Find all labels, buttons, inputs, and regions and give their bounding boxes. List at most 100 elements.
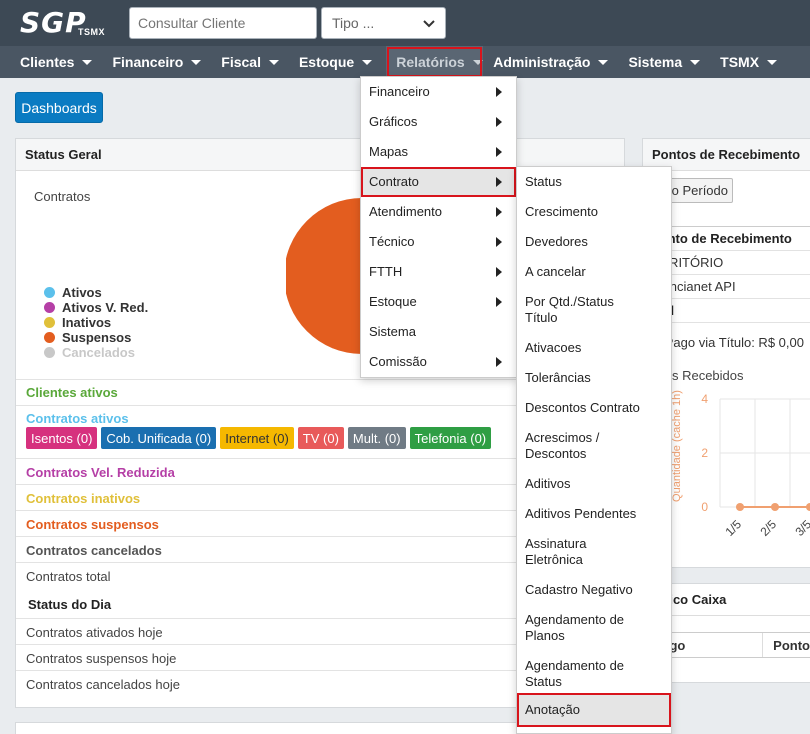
caret-down-icon <box>767 59 778 65</box>
nav-label: Fiscal <box>221 54 261 70</box>
menu-item-mapas[interactable]: Mapas <box>361 137 516 167</box>
inativos-label: Contratos inativos <box>26 491 141 506</box>
menu-label: FTTH <box>369 264 403 279</box>
caret-right-icon <box>496 297 502 307</box>
caret-right-icon <box>496 147 502 157</box>
main-nav: Clientes Financeiro Fiscal Estoque Relat… <box>0 46 810 78</box>
x-tick-label: 3/5 <box>792 517 810 539</box>
menu-item-contrato[interactable]: Contrato <box>361 167 516 197</box>
submenu-item-ativacoes[interactable]: Ativacoes <box>517 333 671 363</box>
badge-isentos[interactable]: Isentos (0) <box>26 427 98 449</box>
legend-label: Suspensos <box>62 330 132 345</box>
nav-sistema[interactable]: Sistema <box>618 46 710 78</box>
nav-clientes[interactable]: Clientes <box>0 46 102 78</box>
legend-item[interactable]: Suspensos <box>44 330 148 345</box>
relatorios-dropdown: Financeiro Gráficos Mapas Contrato Atend… <box>360 76 517 378</box>
y-tick-label: 0 <box>701 500 708 514</box>
legend-label: Cancelados <box>62 345 135 360</box>
badge-cob-unificada[interactable]: Cob. Unificada (0) <box>101 427 217 449</box>
caret-down-icon <box>191 59 202 65</box>
nav-label: Administração <box>493 54 591 70</box>
legend-item[interactable]: Ativos <box>44 285 148 300</box>
nav-fiscal[interactable]: Fiscal <box>211 46 289 78</box>
legend-item[interactable]: Ativos V. Red. <box>44 300 148 315</box>
submenu-item-a-cancelar[interactable]: A cancelar <box>517 257 671 287</box>
x-tick-label: 1/5 <box>722 517 744 539</box>
nav-relatorios[interactable]: Relatórios <box>386 46 484 78</box>
menu-item-estoque[interactable]: Estoque <box>361 287 516 317</box>
cancelados-label: Contratos cancelados <box>26 543 162 558</box>
contracts-pie-chart <box>286 198 362 354</box>
menu-item-sistema[interactable]: Sistema <box>361 317 516 347</box>
divider <box>16 670 516 671</box>
menu-label: Assinatura Eletrônica <box>525 536 587 567</box>
suspensos-label: Contratos suspensos <box>26 517 159 532</box>
menu-item-graficos[interactable]: Gráficos <box>361 107 516 137</box>
legend-label: Inativos <box>62 315 112 330</box>
brand-logo[interactable]: SGP TSMX <box>20 6 110 42</box>
nav-estoque[interactable]: Estoque <box>289 46 382 78</box>
menu-label: Por Qtd./Status Título <box>525 294 614 325</box>
top-bar: SGP TSMX Tipo ... <box>0 0 810 46</box>
submenu-item-acrescimos-descontos[interactable]: Acrescimos / Descontos <box>517 423 671 469</box>
submenu-item-anotacao[interactable]: Anotação <box>517 693 671 727</box>
nav-financeiro[interactable]: Financeiro <box>102 46 211 78</box>
submenu-item-por-qtd-status[interactable]: Por Qtd./Status Título <box>517 287 671 333</box>
menu-label: Comissão <box>369 354 427 369</box>
contrato-submenu: Status Crescimento Devedores A cancelar … <box>516 166 672 734</box>
col-ponto: Ponto <box>773 637 810 653</box>
nav-label: Clientes <box>20 54 75 70</box>
nav-label: Financeiro <box>112 54 184 70</box>
menu-item-ftth[interactable]: FTTH <box>361 257 516 287</box>
type-select-value: Tipo ... <box>332 15 375 31</box>
menu-label: Crescimento <box>525 204 598 219</box>
legend-item[interactable]: Cancelados <box>44 345 148 360</box>
submenu-item-tolerancias[interactable]: Tolerâncias <box>517 363 671 393</box>
submenu-item-agendamento-planos[interactable]: Agendamento de Planos <box>517 605 671 651</box>
submenu-item-assinatura-eletronica[interactable]: Assinatura Eletrônica <box>517 529 671 575</box>
submenu-item-aditivos[interactable]: Aditivos <box>517 469 671 499</box>
nav-administracao[interactable]: Administração <box>483 46 618 78</box>
submenu-item-status[interactable]: Status <box>517 167 671 197</box>
badge-mult[interactable]: Mult. (0) <box>347 427 406 449</box>
menu-item-atendimento[interactable]: Atendimento <box>361 197 516 227</box>
submenu-item-aditivos-pendentes[interactable]: Aditivos Pendentes <box>517 499 671 529</box>
badge-telefonia[interactable]: Telefonia (0) <box>409 427 492 449</box>
legend-dot <box>44 332 55 343</box>
menu-label: Aditivos <box>525 476 571 491</box>
menu-item-financeiro[interactable]: Financeiro <box>361 77 516 107</box>
nav-label: Relatórios <box>396 54 465 70</box>
badge-internet[interactable]: Internet (0) <box>220 427 294 449</box>
submenu-item-agendamento-status[interactable]: Agendamento de Status <box>517 651 671 697</box>
contract-type-badges: Isentos (0) Cob. Unificada (0) Internet … <box>26 427 492 449</box>
menu-label: Acrescimos / Descontos <box>525 430 600 461</box>
type-select[interactable]: Tipo ... <box>321 7 446 39</box>
divider <box>16 618 516 619</box>
suspensos-hoje-label: Contratos suspensos hoje <box>26 651 177 666</box>
submenu-item-descontos-contrato[interactable]: Descontos Contrato <box>517 393 671 423</box>
submenu-item-cadastro-negativo[interactable]: Cadastro Negativo <box>517 575 671 605</box>
menu-label: Ativacoes <box>525 340 582 355</box>
menu-label: Contrato <box>369 174 419 189</box>
menu-label: Técnico <box>369 234 415 249</box>
vel-reduzida-label: Contratos Vel. Reduzida <box>26 465 175 480</box>
menu-label: Cadastro Negativo <box>525 582 633 597</box>
legend-dot <box>44 347 55 358</box>
submenu-item-crescimento[interactable]: Crescimento <box>517 197 671 227</box>
logo-main-text: SGP <box>20 6 87 39</box>
data-point <box>736 503 744 511</box>
badge-tv[interactable]: TV (0) <box>297 427 344 449</box>
menu-label: Descontos Contrato <box>525 400 640 415</box>
ativados-hoje-label: Contratos ativados hoje <box>26 625 163 640</box>
menu-item-tecnico[interactable]: Técnico <box>361 227 516 257</box>
legend-label: Ativos <box>62 285 102 300</box>
dashboards-button[interactable]: Dashboards <box>15 92 103 123</box>
nav-tsmx[interactable]: TSMX <box>710 46 787 78</box>
menu-label: Gráficos <box>369 114 418 129</box>
caret-right-icon <box>496 87 502 97</box>
legend-item[interactable]: Inativos <box>44 315 148 330</box>
caret-down-icon <box>82 59 93 65</box>
submenu-item-devedores[interactable]: Devedores <box>517 227 671 257</box>
client-search-input[interactable] <box>129 7 317 39</box>
menu-item-comissao[interactable]: Comissão <box>361 347 516 377</box>
